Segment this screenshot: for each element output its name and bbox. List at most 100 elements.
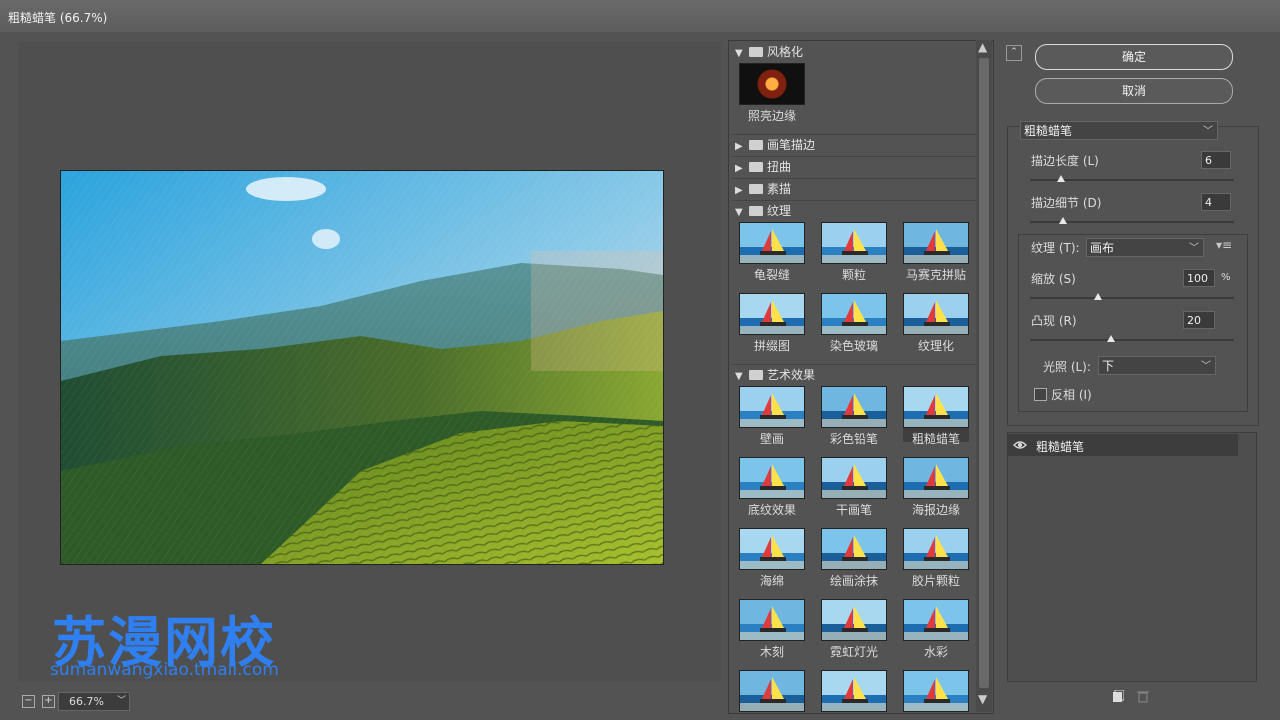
filter-label: 彩色铅笔 [829, 432, 878, 446]
eye-icon[interactable] [1013, 440, 1027, 450]
filter-preview-image [739, 528, 805, 570]
scrollbar-thumb[interactable] [979, 58, 989, 688]
filter-thumb[interactable]: 马赛克拼贴 [903, 222, 969, 282]
zoom-select[interactable]: 66.7% ﹀ [58, 692, 130, 711]
expand-triangle-icon: ▼ [735, 207, 743, 218]
filter-thumb[interactable]: 干画笔 [821, 457, 887, 517]
filter-thumb[interactable]: 水彩 [903, 599, 969, 659]
folder-icon [749, 140, 763, 150]
folder-icon [749, 184, 763, 194]
filter-label: 水彩 [923, 645, 948, 659]
texture-select-value: 画布 [1090, 241, 1115, 255]
filter-preview-image [739, 222, 805, 264]
category-brush-strokes[interactable]: ▶ 画笔描边 [735, 135, 979, 155]
filter-preview-image [903, 293, 969, 335]
filter-gallery[interactable]: ▼ 风格化 照亮边缘 ▶ 画笔描边 ▶ 扭曲 ▶ 素描 ▼ 纹理 龟裂缝 颗粒 马赛克拼贴 拼缀… [728, 40, 994, 714]
filter-thumb[interactable]: 拼缀图 [739, 293, 805, 353]
category-label: 画笔描边 [767, 138, 816, 152]
chevron-down-icon: ﹀ [116, 696, 126, 706]
slider-handle[interactable] [1057, 175, 1065, 182]
filter-thumb[interactable]: 染色玻璃 [821, 293, 887, 353]
effect-layer-row[interactable]: 粗糙蜡笔 [1008, 434, 1238, 456]
light-select-value: 下 [1102, 359, 1115, 373]
filter-thumb[interactable]: 彩色铅笔 [821, 386, 887, 446]
filter-preview-image [903, 670, 969, 712]
relief-slider[interactable] [1030, 339, 1234, 341]
light-select[interactable]: 下 ﹀ [1098, 356, 1216, 375]
invert-checkbox[interactable] [1034, 388, 1047, 401]
filter-preview-image [821, 386, 887, 428]
stroke-length-label: 描边长度 (L) [1031, 154, 1099, 168]
filter-label: 霓虹灯光 [829, 645, 878, 659]
zoom-in-button[interactable]: + [41, 695, 55, 708]
title-bar: 粗糙蜡笔 (66.7%) [0, 0, 1280, 32]
filter-thumb[interactable]: 胶片颗粒 [903, 528, 969, 588]
filter-thumb[interactable]: 壁画 [739, 386, 805, 446]
filter-thumb[interactable]: 海报边缘 [903, 457, 969, 517]
texture-select[interactable]: 画布 ﹀ [1086, 238, 1204, 257]
category-texture[interactable]: ▼ 纹理 [735, 201, 979, 221]
scroll-down-icon[interactable]: ▼ [978, 692, 987, 706]
effect-layer-label: 粗糙蜡笔 [1036, 440, 1085, 454]
category-label: 艺术效果 [767, 368, 816, 382]
filter-preview-image [821, 528, 887, 570]
filter-label: 纹理化 [917, 339, 954, 353]
filter-thumb[interactable]: 海绵 [739, 528, 805, 588]
delete-icon[interactable] [1137, 690, 1149, 703]
filter-thumb[interactable] [903, 670, 969, 713]
filter-preview-image [739, 599, 805, 641]
folder-icon [749, 206, 763, 216]
filter-preview-image [903, 599, 969, 641]
filter-preview-image [903, 457, 969, 499]
filter-label: 壁画 [759, 432, 784, 446]
filter-thumb[interactable]: 龟裂缝 [739, 222, 805, 282]
zoom-value: 66.7% [69, 695, 104, 708]
filter-thumb[interactable]: 底纹效果 [739, 457, 805, 517]
watermark-url: sumanwangxiao.tmall.com [50, 660, 279, 680]
filter-label: 染色玻璃 [829, 339, 878, 353]
collapsed-triangle-icon: ▶ [735, 163, 743, 174]
filter-select[interactable]: 粗糙蜡笔 ﹀ [1020, 121, 1218, 140]
filter-thumb[interactable] [739, 670, 805, 713]
category-label: 风格化 [767, 45, 804, 59]
scaling-input[interactable]: 100 [1183, 269, 1215, 287]
stroke-length-input[interactable]: 6 [1201, 151, 1231, 169]
filter-select-value: 粗糙蜡笔 [1024, 124, 1073, 138]
slider-handle[interactable] [1059, 217, 1067, 224]
filter-thumb[interactable]: 木刻 [739, 599, 805, 659]
filter-preview-image [739, 386, 805, 428]
stroke-detail-input[interactable]: 4 [1201, 193, 1231, 211]
scaling-unit: % [1221, 272, 1231, 283]
category-distort[interactable]: ▶ 扭曲 [735, 157, 979, 177]
new-effect-layer-icon[interactable] [1112, 690, 1124, 703]
texture-menu-icon[interactable]: ▾≡ [1216, 238, 1232, 252]
collapse-gallery-button[interactable]: ⌃ [1006, 45, 1022, 61]
category-sketch[interactable]: ▶ 素描 [735, 179, 979, 199]
zoom-out-button[interactable]: − [22, 695, 35, 708]
filter-thumb[interactable] [821, 670, 887, 713]
chevron-down-icon: ﹀ [1201, 361, 1211, 372]
ok-button[interactable]: 确定 [1035, 44, 1233, 70]
filter-thumb[interactable]: 霓虹灯光 [821, 599, 887, 659]
relief-label: 凸现 (R) [1031, 314, 1077, 328]
scaling-slider[interactable] [1030, 297, 1234, 299]
category-artistic[interactable]: ▼ 艺术效果 [735, 365, 979, 385]
chevron-down-icon: ﹀ [1203, 126, 1213, 137]
slider-handle[interactable] [1107, 335, 1115, 342]
relief-input[interactable]: 20 [1183, 311, 1215, 329]
filter-preview-image [821, 293, 887, 335]
filter-thumb[interactable]: 纹理化 [903, 293, 969, 353]
filter-thumb[interactable]: 粗糙蜡笔 [903, 386, 969, 446]
cancel-button[interactable]: 取消 [1035, 78, 1233, 104]
filter-thumb[interactable]: 颗粒 [821, 222, 887, 282]
filter-preview-image [739, 293, 805, 335]
filter-thumb[interactable]: 照亮边缘 [739, 63, 805, 123]
gallery-scrollbar[interactable]: ▲ ▼ [976, 40, 992, 712]
filter-thumb[interactable]: 绘画涂抹 [821, 528, 887, 588]
filter-label: 底纹效果 [747, 503, 796, 517]
filter-preview-image [821, 222, 887, 264]
scroll-up-icon[interactable]: ▲ [978, 40, 987, 54]
filter-label: 海绵 [759, 574, 784, 588]
category-stylize[interactable]: ▼ 风格化 [735, 42, 979, 62]
slider-handle[interactable] [1094, 293, 1102, 300]
